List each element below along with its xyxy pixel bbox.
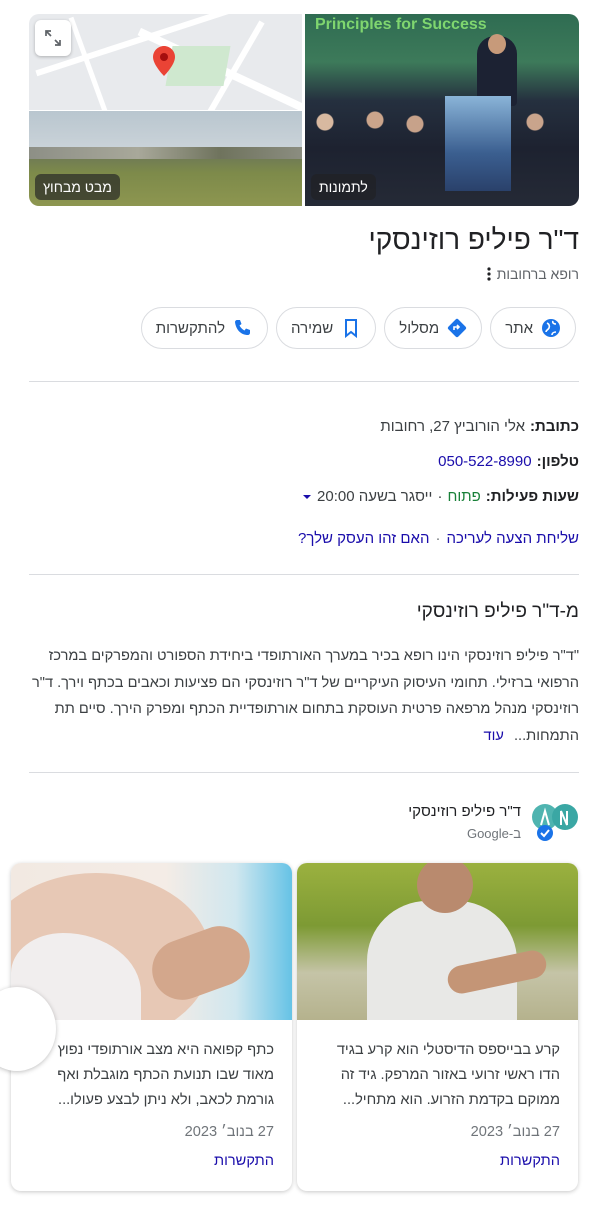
post-call-link[interactable]: התקשרות <box>11 1153 292 1169</box>
media-gallery: מבט מבחוץ Principles for Success לתמונות <box>29 14 579 206</box>
action-buttons: אתר מסלול שמירה להתקשרות <box>140 307 576 349</box>
chevron-down-icon[interactable] <box>302 492 312 502</box>
post-text: קרע בבייספס הדיסטלי הוא קרע בגיד הדו ראש… <box>336 1042 560 1108</box>
suggest-edit-link[interactable]: שליחת הצעה לעריכה <box>446 530 579 547</box>
about-description: "ד"ר פיליפ רוזינסקי הינו רופא בכיר במערך… <box>19 643 579 749</box>
business-logo <box>531 803 579 843</box>
bookmark-icon <box>345 319 358 338</box>
photos-thumbnail[interactable]: Principles for Success לתמונות <box>305 14 579 206</box>
phone-icon <box>235 320 251 335</box>
about-title: מ-ד"ר פיליפ רוזינסקי <box>416 601 579 622</box>
call-label: להתקשרות <box>155 319 226 337</box>
post-date: 27 בנוב׳ 2023 <box>470 1124 560 1140</box>
phone-row: טלפון: 050-522-8990 <box>438 453 579 470</box>
address-row: כתובת: אלי הורוביץ 27, רחובות <box>380 418 579 435</box>
address-label: כתובת: <box>530 418 579 435</box>
divider <box>29 772 579 773</box>
business-name: ד"ר פיליפ רוזינסקי <box>368 224 579 255</box>
suggest-separator: · <box>435 530 441 547</box>
hours-status: פתוח <box>447 488 481 505</box>
hours-label: שעות פעילות: <box>485 488 579 505</box>
website-button[interactable]: אתר <box>490 307 576 349</box>
directions-button[interactable]: מסלול <box>384 307 483 349</box>
phone-label: טלפון: <box>536 453 579 470</box>
post-date: 27 בנוב׳ 2023 <box>184 1124 274 1140</box>
expand-icon <box>45 30 61 46</box>
globe-icon <box>542 319 560 337</box>
business-category: רופא ברחובות <box>496 266 579 282</box>
posts-business-name[interactable]: ד"ר פיליפ רוזינסקי <box>408 803 521 820</box>
about-more-link[interactable]: עוד <box>484 728 504 744</box>
suggestion-links: שליחת הצעה לעריכה · האם זהו העסק שלך? <box>298 530 579 547</box>
website-label: אתר <box>505 319 533 337</box>
divider <box>29 574 579 575</box>
directions-icon <box>448 318 467 338</box>
post-image <box>11 863 292 1020</box>
map-pin-icon <box>153 46 175 76</box>
map-thumbnail[interactable] <box>29 14 302 110</box>
own-business-link[interactable]: האם זהו העסק שלך? <box>298 530 429 547</box>
hours-row: שעות פעילות: פתוח · ייסגר בשעה 20:00 <box>302 488 579 505</box>
post-card[interactable]: קרע בבייספס הדיסטלי הוא קרע בגיד הדו ראש… <box>297 863 578 1191</box>
more-options-icon[interactable] <box>487 267 491 281</box>
street-view-thumbnail[interactable]: מבט מבחוץ <box>29 111 302 206</box>
street-view-label: מבט מבחוץ <box>35 174 120 200</box>
photos-label: לתמונות <box>311 174 376 200</box>
business-header: ד"ר פיליפ רוזינסקי רופא ברחובות <box>368 224 579 282</box>
posts-header: ד"ר פיליפ רוזינסקי ב-Google <box>408 803 579 843</box>
save-button[interactable]: שמירה <box>276 307 377 349</box>
save-label: שמירה <box>291 319 334 337</box>
expand-map-button[interactable] <box>35 20 71 56</box>
photo-overlay-text: Principles for Success <box>315 16 487 33</box>
post-call-link[interactable]: התקשרות <box>297 1153 578 1169</box>
divider <box>29 381 579 382</box>
hours-separator: · <box>437 488 443 505</box>
call-button[interactable]: להתקשרות <box>140 307 269 349</box>
phone-link[interactable]: 050-522-8990 <box>438 453 531 470</box>
hours-detail[interactable]: ייסגר בשעה 20:00 <box>317 488 432 505</box>
address-value[interactable]: אלי הורוביץ 27, רחובות <box>380 418 525 435</box>
post-image <box>297 863 578 1020</box>
directions-label: מסלול <box>399 319 440 337</box>
business-logo-icon <box>532 804 578 841</box>
post-text: כתף קפואה היא מצב אורתופדי נפוץ מאוד שבו… <box>57 1042 274 1108</box>
posts-source: ב-Google <box>466 826 521 841</box>
